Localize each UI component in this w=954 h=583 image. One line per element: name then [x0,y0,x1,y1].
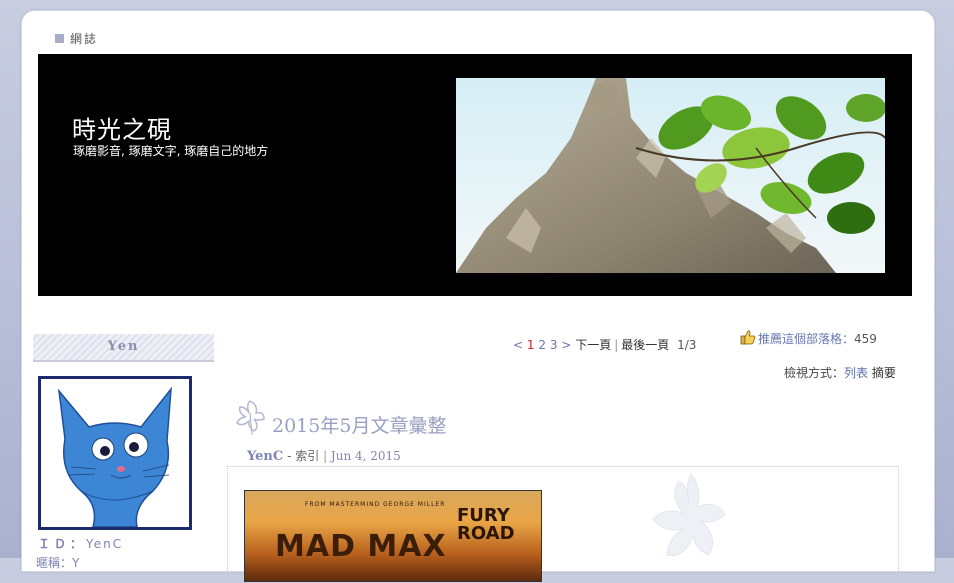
breadcrumb-label[interactable]: 網誌 [70,32,98,46]
square-bullet-icon [55,34,64,43]
poster-title: MAD MAX [275,529,447,564]
page-3-link[interactable]: 3 [550,338,558,352]
page-1-link[interactable]: 1 [527,338,535,352]
user-nickname: 暱稱：Y [36,556,80,570]
recommend-blog[interactable]: 推薦這個部落格：459 [740,329,877,347]
poster-credit: FROM MASTERMIND GEORGE MILLER [305,501,446,508]
view-list-link[interactable]: 列表 [844,366,868,380]
poster-subtitle: FURY ROAD [457,505,515,544]
pager-divider: | [614,338,619,352]
banner-photo [456,78,885,273]
user-id-label: ＩＤ： [38,537,87,551]
view-mode-label: 檢視方式： [784,366,845,380]
thumbs-up-icon[interactable] [740,329,756,345]
page-position: 1/3 [677,338,697,352]
post-title[interactable]: 2015年5月文章彙整 [272,411,446,438]
view-mode: 檢視方式：列表 摘要 [784,364,896,381]
next-page-link[interactable]: 下一頁 [575,338,611,352]
user-id-value: YenC [86,537,124,551]
post-author[interactable]: YenC [247,449,283,464]
prev-link[interactable]: < [513,338,523,352]
leaf-watermark-icon [639,469,739,579]
post-category[interactable]: 索引 [295,449,319,463]
page-2-link[interactable]: 2 [538,338,546,352]
breadcrumb[interactable]: 網誌 [55,30,98,47]
post-movie-poster[interactable]: FROM MASTERMIND GEORGE MILLER MAD MAX FU… [244,490,542,582]
page-container: 網誌 時光之硯 琢磨影音, 琢磨文字, 琢磨自己的地方 Yen ＩＤ：YenC … [21,10,935,582]
avatar[interactable] [38,376,192,530]
post-date: Jun 4, 2015 [330,449,401,463]
user-id: ＩＤ：YenC [38,535,123,552]
last-page-link[interactable]: 最後一頁 [621,338,669,352]
blog-banner: 時光之硯 琢磨影音, 琢磨文字, 琢磨自己的地方 [38,54,912,296]
next-link[interactable]: > [561,338,571,352]
blog-subtitle: 琢磨影音, 琢磨文字, 琢磨自己的地方 [73,144,269,158]
leaf-icon [232,397,270,439]
recommend-label[interactable]: 推薦這個部落格： [758,332,854,346]
view-summary-link[interactable]: 摘要 [872,366,896,380]
pagination: < 1 2 3 > 下一頁 | 最後一頁 1/3 [513,336,696,353]
blog-title[interactable]: 時光之硯 [72,110,172,145]
meta-divider: | [323,449,331,463]
sidebar-heading: Yen [33,334,214,362]
recommend-count: 459 [854,332,877,346]
post-meta: YenC - 索引 | Jun 4, 2015 [247,447,401,464]
meta-dash: - [287,449,296,463]
